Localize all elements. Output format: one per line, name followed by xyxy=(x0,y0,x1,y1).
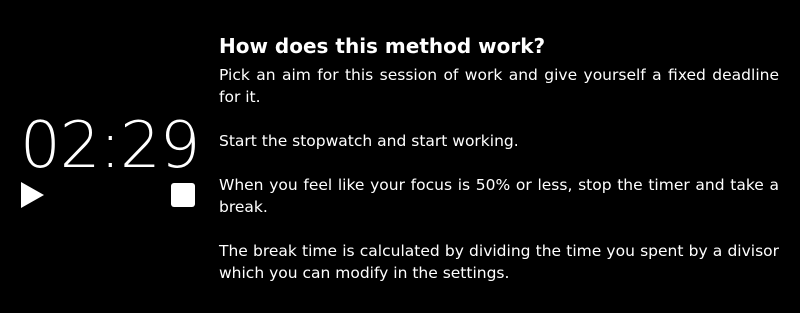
info-panel: How does this method work? Pick an aim f… xyxy=(219,32,779,284)
info-step-start: Start the stopwatch and start working. xyxy=(219,132,519,150)
info-step-divisor: The break time is calculated by dividing… xyxy=(219,242,779,282)
timer-display: 02:29 xyxy=(20,109,200,183)
play-icon xyxy=(21,182,44,208)
stop-icon xyxy=(171,183,195,207)
timer-panel: 02:29 xyxy=(0,0,210,313)
info-step-aim: Pick an aim for this session of work and… xyxy=(219,66,779,106)
stop-button[interactable] xyxy=(171,183,195,207)
info-step-break: When you feel like your focus is 50% or … xyxy=(219,176,779,216)
app-window: 02:29 How does this method work? Pick an… xyxy=(0,0,800,313)
info-title: How does this method work? xyxy=(219,34,546,58)
play-button[interactable] xyxy=(18,181,46,209)
